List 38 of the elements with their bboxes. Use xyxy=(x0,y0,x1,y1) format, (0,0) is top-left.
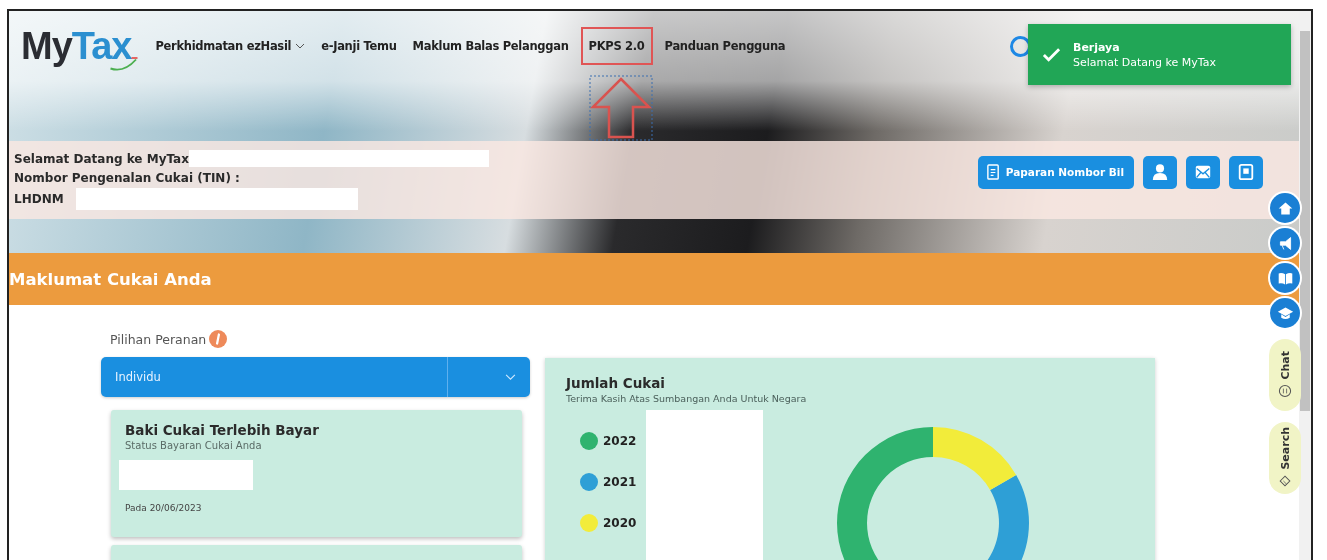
welcome-text: Selamat Datang ke MyTax xyxy=(14,151,189,166)
document-icon xyxy=(985,163,1001,181)
role-label: Pilihan Peranan xyxy=(110,331,207,347)
chevron-down-icon xyxy=(505,373,516,381)
card-date: Pada 20/06/2023 xyxy=(125,503,203,513)
tablet-icon xyxy=(1237,163,1255,181)
info-icon[interactable] xyxy=(209,330,228,348)
announcement-button[interactable] xyxy=(1270,228,1300,258)
nav-link[interactable]: PKPS 2.0 xyxy=(580,27,653,65)
profile-button[interactable] xyxy=(1143,155,1177,189)
nav-link[interactable]: e-Janji Temu xyxy=(317,27,401,65)
user-icon xyxy=(1151,163,1169,181)
envelope-icon xyxy=(1194,163,1212,181)
device-button[interactable] xyxy=(1229,155,1263,189)
arrow-annotation xyxy=(588,75,653,141)
toast-message: Selamat Datang ke MyTax xyxy=(1073,55,1216,69)
legend-label: 2022 xyxy=(603,434,637,448)
nav-link[interactable]: Panduan Pengguna xyxy=(660,27,790,65)
welcome-text: Nombor Pengenalan Cukai (TIN) : xyxy=(14,170,240,185)
guide-button[interactable] xyxy=(1270,263,1300,293)
check-icon xyxy=(1042,46,1061,63)
card-title: Baki Cukai Terlebih Bayar xyxy=(125,422,320,438)
section-title: Maklumat Cukai Anda xyxy=(9,269,212,289)
nav-link[interactable]: Perkhidmatan ezHasil xyxy=(151,27,310,65)
panel-title: Jumlah Cukai xyxy=(566,375,666,391)
mytax-logo[interactable]: MyTax xyxy=(21,24,140,68)
legend-label: 2020 xyxy=(603,516,637,530)
toast-title: Berjaya xyxy=(1073,40,1121,54)
panel-subtitle: Terima Kasih Atas Sumbangan Anda Untuk Negara xyxy=(566,393,808,404)
nav-link[interactable]: Maklum Balas Pelanggan xyxy=(408,27,573,65)
legend-label: 2021 xyxy=(603,475,637,489)
chat-tab[interactable]: Chat xyxy=(1269,339,1301,411)
welcome-text: LHDNM xyxy=(14,192,64,206)
card-subtitle: Status Bayaran Cukai Anda xyxy=(125,440,263,451)
mail-button[interactable] xyxy=(1186,155,1220,189)
home-button[interactable] xyxy=(1270,193,1300,223)
education-button[interactable] xyxy=(1270,298,1300,328)
search-tab[interactable]: Search xyxy=(1269,422,1301,494)
